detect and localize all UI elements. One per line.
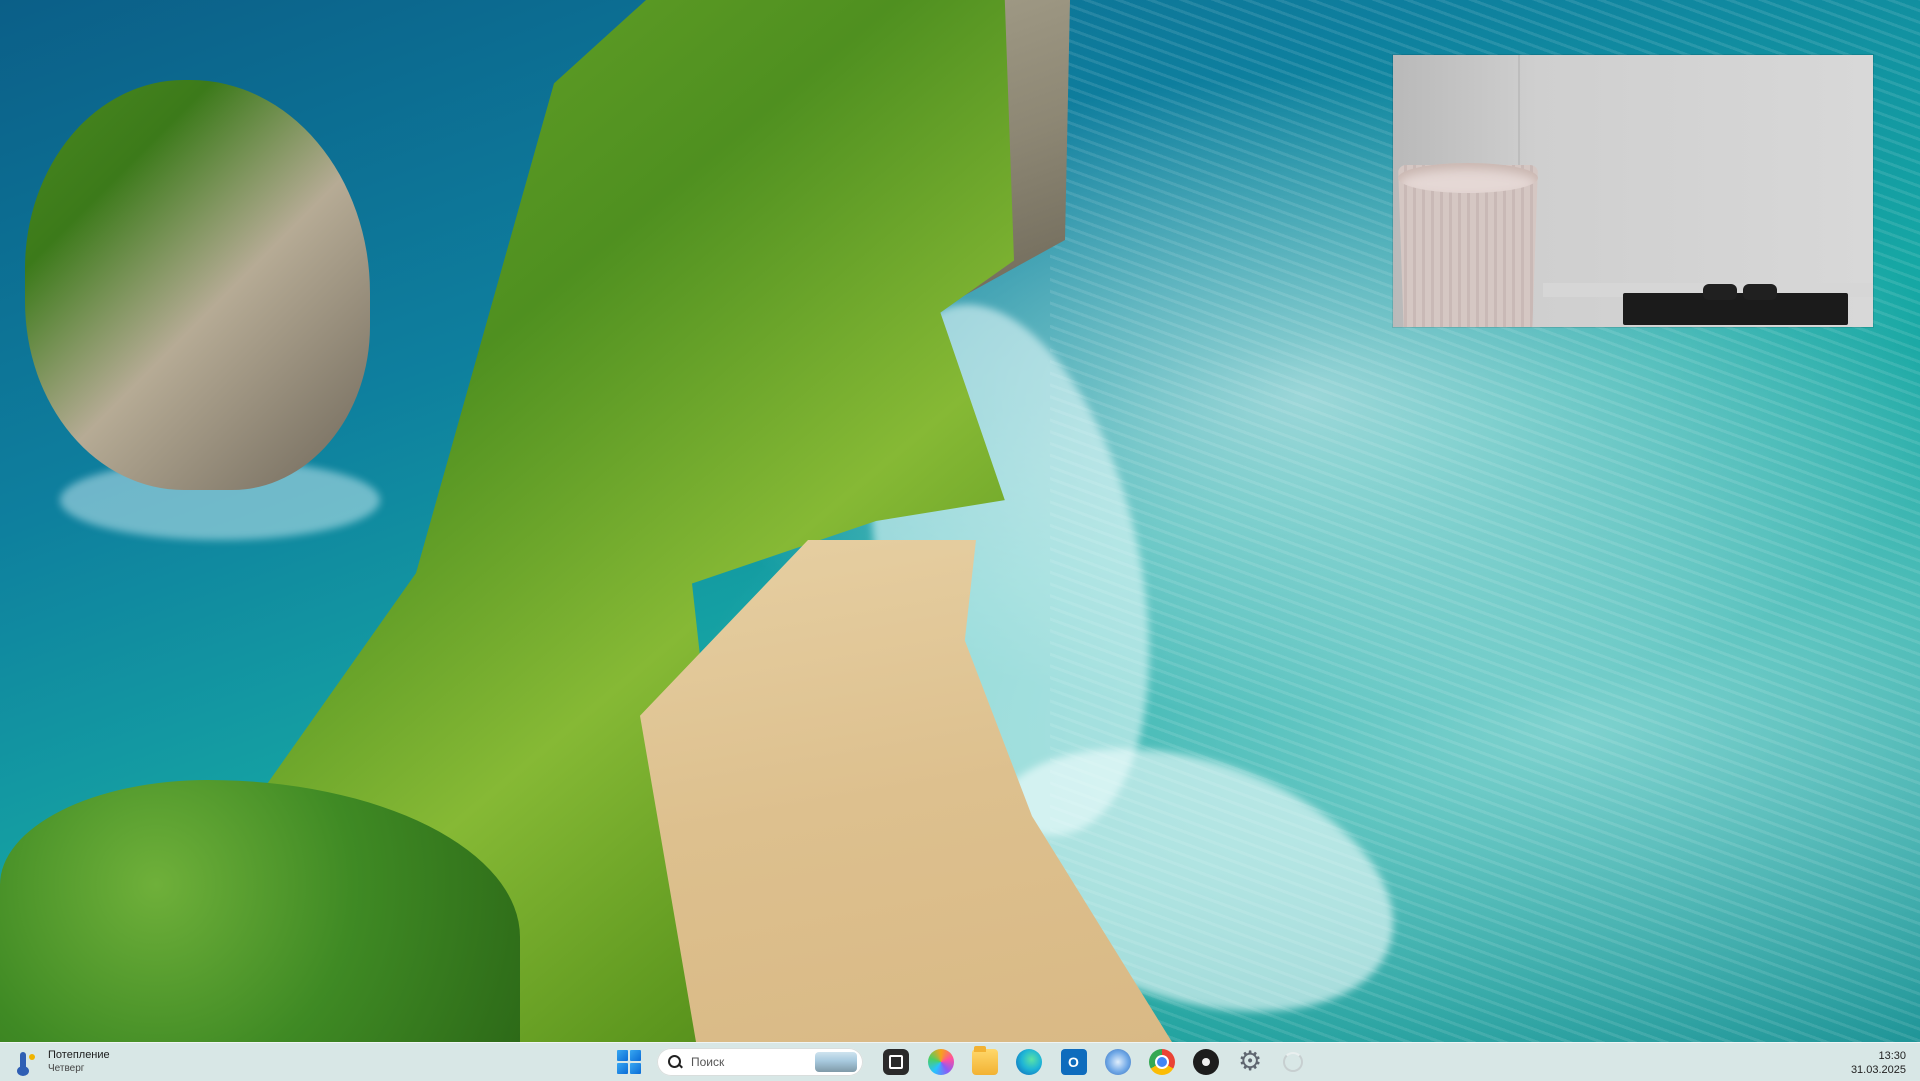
weather-text: Потепление Четверг xyxy=(48,1049,110,1075)
video-device-knob xyxy=(1703,284,1737,300)
search-placeholder: Поиск xyxy=(691,1055,725,1069)
clock-date: 31.03.2025 xyxy=(1850,1064,1906,1076)
pip-video-window[interactable] xyxy=(1393,55,1873,327)
weather-widget[interactable]: Потепление Четверг xyxy=(12,1047,110,1077)
video-cup-rim xyxy=(1398,163,1538,193)
weather-subtitle: Четверг xyxy=(48,1063,85,1074)
outlook-icon[interactable] xyxy=(1061,1049,1087,1075)
video-device-knob xyxy=(1743,284,1777,300)
windows-start-icon[interactable] xyxy=(617,1050,641,1074)
task-view-icon[interactable] xyxy=(883,1049,909,1075)
search-input[interactable]: Поиск xyxy=(657,1048,863,1076)
weather-title: Потепление xyxy=(48,1049,110,1061)
search-icon xyxy=(667,1054,683,1070)
folder-icon[interactable] xyxy=(972,1046,998,1075)
spinner-icon xyxy=(1283,1052,1303,1072)
system-clock[interactable]: 13:30 31.03.2025 xyxy=(1851,1049,1906,1077)
rock-islet xyxy=(25,80,370,490)
chrome-icon[interactable] xyxy=(1149,1049,1175,1075)
thermometer-sun-icon xyxy=(12,1048,40,1076)
globe-icon[interactable] xyxy=(1105,1049,1131,1075)
search-highlight-image xyxy=(815,1052,857,1072)
taskbar: Потепление Четверг Поиск 13:30 31.03.202… xyxy=(0,1042,1920,1081)
edge-icon[interactable] xyxy=(1016,1049,1042,1075)
copilot-icon[interactable] xyxy=(928,1049,954,1075)
clock-time: 13:30 xyxy=(1878,1050,1906,1062)
gear-icon[interactable] xyxy=(1237,1046,1263,1077)
circle-icon[interactable] xyxy=(1193,1049,1219,1075)
